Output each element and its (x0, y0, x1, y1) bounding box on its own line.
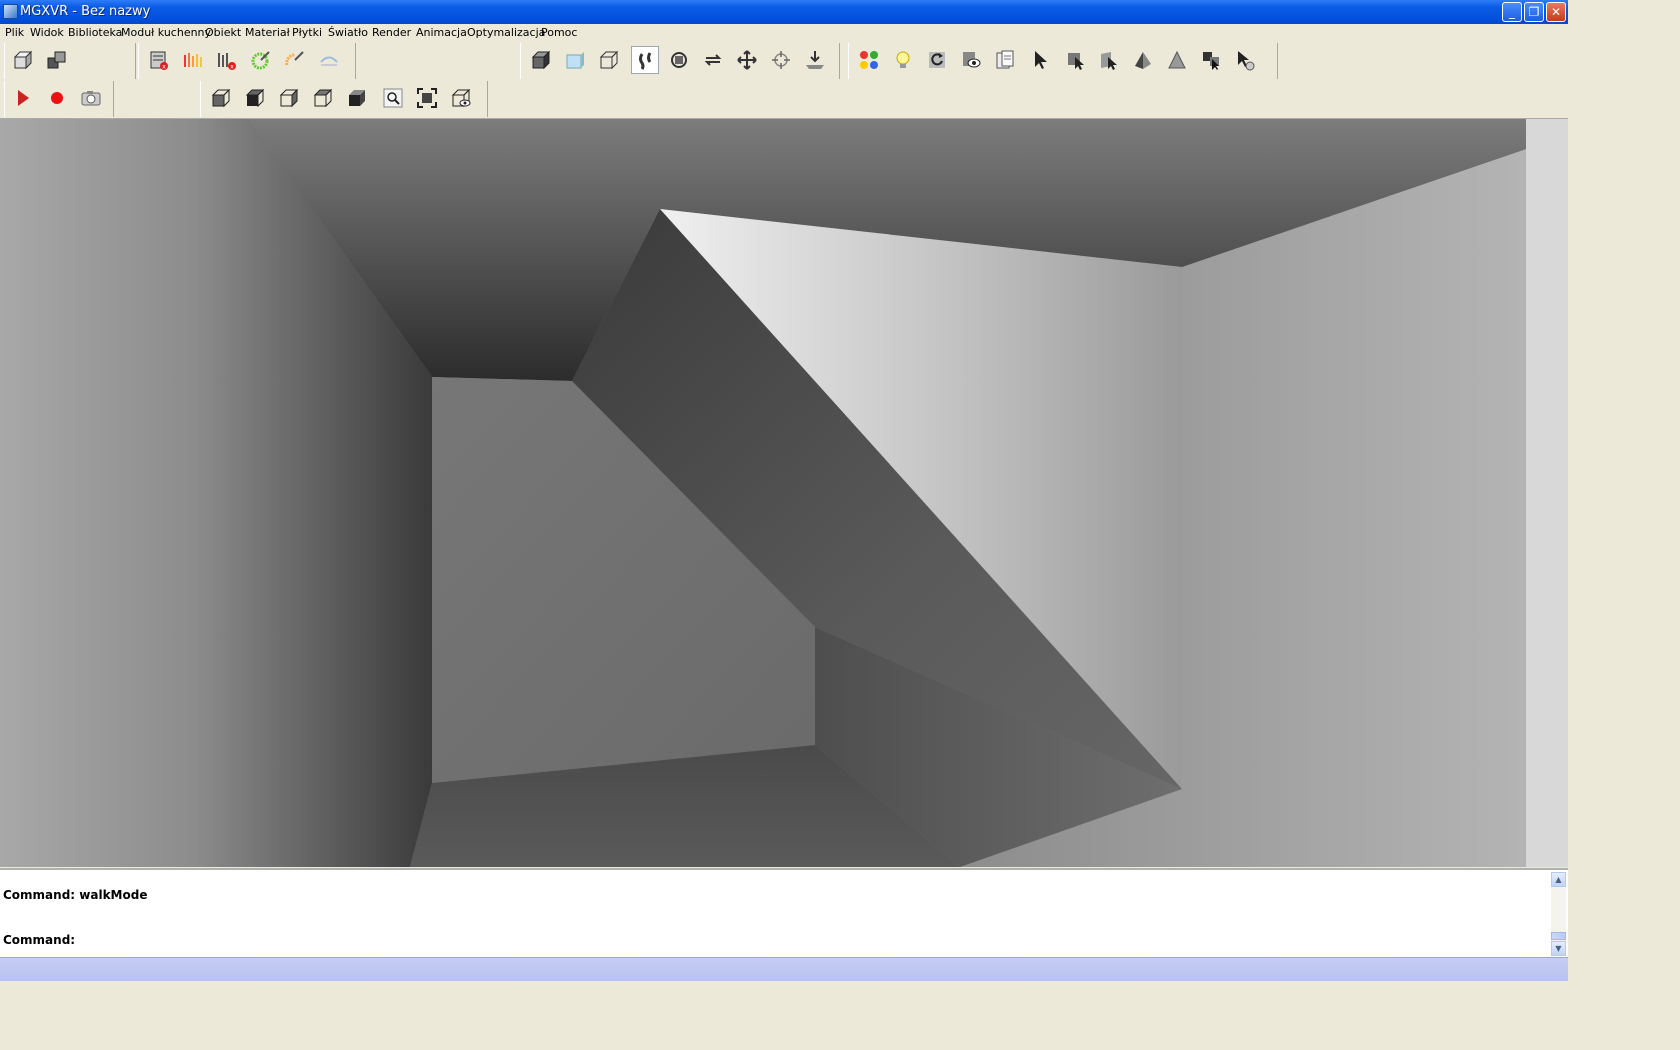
viewport-edge (1526, 119, 1568, 867)
zoom-extents-icon[interactable] (413, 84, 441, 112)
play-icon[interactable] (9, 84, 37, 112)
menu-material[interactable]: Materiał (245, 26, 290, 39)
shaded-box-icon[interactable] (527, 46, 555, 74)
view-left-icon[interactable] (275, 84, 303, 112)
command-scrollbar[interactable]: ▲ ▼ (1551, 872, 1566, 956)
solid-box-icon[interactable] (561, 46, 589, 74)
light-bulb-icon[interactable] (889, 46, 917, 74)
menu-widok[interactable]: Widok (30, 26, 64, 39)
menu-optymalizacja[interactable]: Optymalizacja (467, 26, 545, 39)
orbit-icon[interactable] (665, 46, 693, 74)
status-bar (0, 957, 1568, 981)
light-dim-icon[interactable] (315, 46, 343, 74)
view-top-icon[interactable] (241, 84, 269, 112)
close-button[interactable]: ✕ (1546, 2, 1566, 22)
menu-modul-kuchenny[interactable]: Moduł kuchenny (121, 26, 211, 39)
materials-balls-icon[interactable] (855, 46, 883, 74)
view-right-icon[interactable] (309, 84, 337, 112)
drop-to-floor-icon[interactable] (801, 46, 829, 74)
wireframe-box-icon[interactable] (595, 46, 623, 74)
command-history-line: Command: walkMode (3, 888, 148, 902)
walk-mode-icon[interactable] (631, 46, 659, 74)
camera-icon[interactable] (77, 84, 105, 112)
menu-swiatlo[interactable]: Światło (328, 26, 368, 39)
toolbar-views (200, 81, 488, 117)
scroll-down-button[interactable]: ▼ (1551, 941, 1566, 956)
view-solid-icon[interactable] (343, 84, 371, 112)
menu-plytki[interactable]: Płytki (292, 26, 322, 39)
copy-object-icon[interactable] (43, 46, 71, 74)
zoom-target-icon[interactable] (767, 46, 795, 74)
layers-icon[interactable] (991, 46, 1019, 74)
svg-text:x: x (162, 64, 166, 71)
minimize-button[interactable]: _ (1502, 2, 1522, 22)
toolbar-area: x x (0, 43, 1568, 118)
toolbar-render (848, 43, 1278, 79)
pan-icon[interactable] (733, 46, 761, 74)
deselect-icon[interactable] (1231, 46, 1259, 74)
light-burst-icon[interactable] (247, 46, 275, 74)
menu-bar: Plik Widok Biblioteka Moduł kuchenny Obi… (0, 24, 1568, 43)
zoom-magnifier-icon[interactable] (379, 84, 407, 112)
scroll-up-button[interactable]: ▲ (1551, 872, 1566, 887)
restore-button[interactable]: ❐ (1524, 2, 1544, 22)
view-front-icon[interactable] (207, 84, 235, 112)
delete-stripes-icon[interactable]: x (213, 46, 241, 74)
record-icon[interactable] (43, 84, 71, 112)
scroll-thumb[interactable] (1551, 932, 1566, 940)
command-prompt[interactable]: Command: (3, 933, 75, 947)
menu-pomoc[interactable]: Pomoc (541, 26, 577, 39)
eye-view-icon[interactable] (957, 46, 985, 74)
toolbar-materials: x x (138, 43, 356, 79)
app-icon[interactable] (3, 4, 18, 19)
perspective-view-icon[interactable] (447, 84, 475, 112)
menu-render[interactable]: Render (372, 26, 411, 39)
light-partial-icon[interactable] (281, 46, 309, 74)
pyramid-icon[interactable] (1129, 46, 1157, 74)
svg-text:x: x (230, 64, 234, 71)
triangle-icon[interactable] (1163, 46, 1191, 74)
menu-animacja[interactable]: Animacja (416, 26, 467, 39)
title-bar: MGXVR - Bez nazwy _ ❐ ✕ (0, 0, 1568, 24)
command-panel[interactable]: Command: walkMode Command: ▲ ▼ (0, 868, 1568, 957)
rotate-icon[interactable] (699, 46, 727, 74)
menu-plik[interactable]: Plik (5, 26, 24, 39)
toolbar-navigation (520, 43, 840, 79)
3d-viewport[interactable] (0, 118, 1568, 867)
window-title: MGXVR - Bez nazwy (20, 4, 151, 19)
menu-biblioteka[interactable]: Biblioteka (68, 26, 122, 39)
toolbar-animation (4, 81, 114, 117)
room-scene (0, 119, 1526, 867)
delete-list-icon[interactable]: x (145, 46, 173, 74)
select-face-icon[interactable] (1095, 46, 1123, 74)
refresh-render-icon[interactable] (923, 46, 951, 74)
select-object-icon[interactable] (1061, 46, 1089, 74)
menu-obiekt[interactable]: Obiekt (205, 26, 241, 39)
select-arrow-icon[interactable] (1027, 46, 1055, 74)
new-object-icon[interactable] (9, 46, 37, 74)
toolbar-object (4, 43, 136, 79)
material-stripes-icon[interactable] (179, 46, 207, 74)
group-select-icon[interactable] (1197, 46, 1225, 74)
